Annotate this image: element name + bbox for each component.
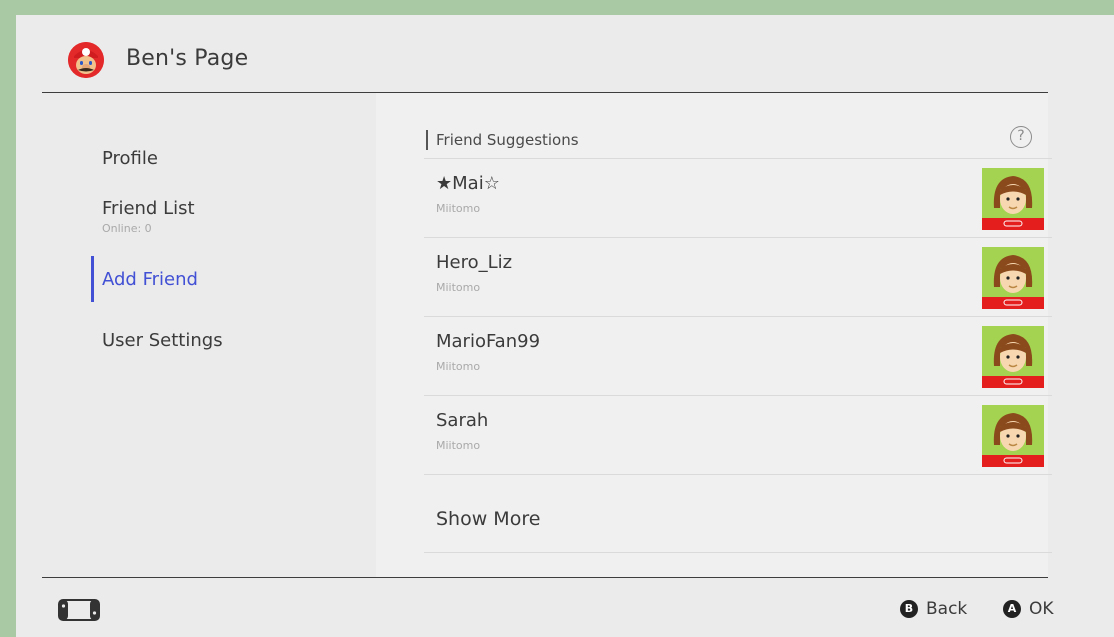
suggestion-row[interactable]: MarioFan99 Miitomo <box>424 317 1052 395</box>
section-header: Friend Suggestions ? <box>426 126 1036 158</box>
suggestion-row[interactable]: Hero_Liz Miitomo <box>424 238 1052 316</box>
mii-avatar-icon <box>982 247 1044 309</box>
sidebar-item-label: Friend List <box>102 198 195 219</box>
switch-console-icon <box>58 599 100 625</box>
main-panel: Friend Suggestions ? ★Mai☆ Miitomo Hero_… <box>376 93 1052 577</box>
friend-source: Miitomo <box>436 360 481 373</box>
header: Ben's Page <box>16 15 1114 93</box>
friend-source: Miitomo <box>436 202 481 215</box>
online-count: Online: 0 <box>102 222 152 235</box>
mario-avatar-icon <box>68 42 104 78</box>
sidebar-item-label: Add Friend <box>102 269 198 290</box>
mii-avatar-icon <box>982 326 1044 388</box>
a-button-icon: A <box>1003 600 1021 618</box>
friend-source: Miitomo <box>436 281 481 294</box>
mii-avatar-icon <box>982 168 1044 230</box>
b-button-icon: B <box>900 600 918 618</box>
active-indicator <box>91 256 94 302</box>
row-divider <box>424 552 1052 553</box>
mii-avatar-icon <box>982 405 1044 467</box>
section-title: Friend Suggestions <box>436 131 579 149</box>
ok-label: OK <box>1029 599 1054 619</box>
sidebar-item-friend-list[interactable]: Friend List Online: 0 <box>102 198 195 235</box>
help-icon[interactable]: ? <box>1010 126 1032 148</box>
friend-name: MarioFan99 <box>436 331 541 352</box>
friend-source: Miitomo <box>436 439 481 452</box>
page-title: Ben's Page <box>126 46 249 71</box>
sidebar-item-profile[interactable]: Profile <box>102 148 158 169</box>
show-more-button[interactable]: Show More <box>436 508 540 530</box>
friend-name: Hero_Liz <box>436 252 513 273</box>
screen: Ben's Page Profile Friend List Online: 0… <box>16 15 1114 637</box>
friend-name: ★Mai☆ <box>436 173 500 194</box>
suggestion-row[interactable]: ★Mai☆ Miitomo <box>424 159 1052 237</box>
ok-button[interactable]: A OK <box>1003 599 1054 619</box>
back-label: Back <box>926 599 968 619</box>
suggestion-row[interactable]: Sarah Miitomo <box>424 396 1052 474</box>
back-button[interactable]: B Back <box>900 599 967 619</box>
sidebar-item-label: User Settings <box>102 330 223 351</box>
sidebar-item-user-settings[interactable]: User Settings <box>102 330 223 351</box>
section-marker <box>426 130 428 150</box>
row-divider <box>424 474 1052 475</box>
sidebar-item-add-friend[interactable]: Add Friend <box>102 269 198 290</box>
footer: B Back A OK <box>16 578 1114 637</box>
sidebar-item-label: Profile <box>102 148 158 169</box>
friend-name: Sarah <box>436 410 489 431</box>
